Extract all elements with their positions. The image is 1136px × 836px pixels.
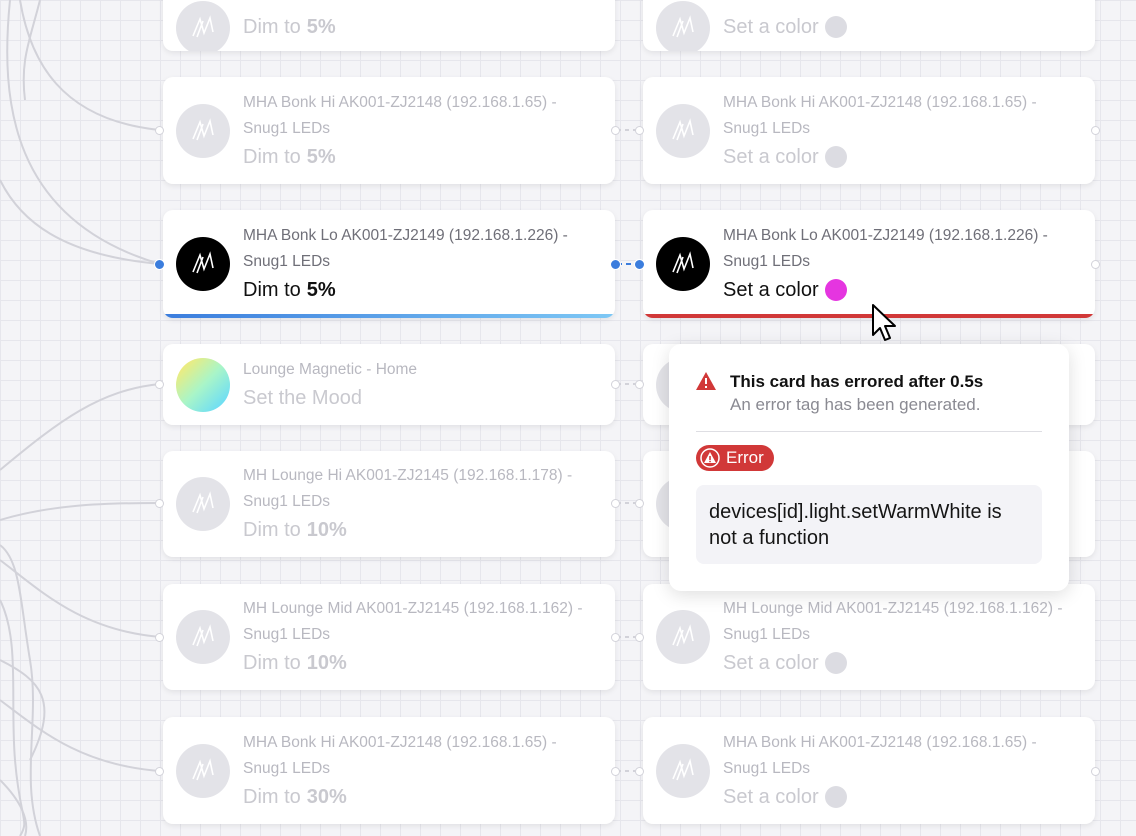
device-name-line1: MHA Bonk Lo AK001-ZJ2149 (192.168.1.226)… — [723, 227, 1048, 244]
input-port[interactable] — [635, 633, 644, 642]
device-name-line2: Snug1 LEDs — [723, 119, 811, 137]
device-name-line1: MHA Bonk Hi AK001-ZJ2148 (192.168.1.65) … — [243, 733, 557, 751]
card-action: Set a color — [723, 782, 1083, 812]
led-strip-icon — [176, 743, 230, 798]
color-swatch — [824, 16, 847, 38]
input-port[interactable] — [635, 499, 644, 508]
card-action: Dim to 10% — [243, 652, 347, 674]
color-swatch — [824, 652, 847, 674]
device-name-line2: Snug1 LEDs — [723, 759, 811, 777]
flow-card-dim-bonk-hi[interactable]: MHA Bonk Hi AK001-ZJ2148 (192.168.1.65) … — [163, 77, 615, 184]
input-port[interactable] — [155, 126, 164, 135]
device-name-line1: MH Lounge Hi AK001-ZJ2145 (192.168.1.178… — [243, 467, 573, 484]
error-badge: Error — [696, 445, 774, 471]
card-action: Set a color — [723, 142, 1083, 172]
error-popover: This card has errored after 0.5s An erro… — [669, 344, 1069, 591]
device-name-line1: MH Lounge Mid AK001-ZJ2145 (192.168.1.16… — [723, 600, 1063, 617]
input-port[interactable] — [635, 380, 644, 389]
flow-card-dim-lounge-hi[interactable]: MH Lounge Hi AK001-ZJ2145 (192.168.1.178… — [163, 451, 615, 557]
gradient-mood-icon — [176, 357, 230, 412]
output-port[interactable] — [1091, 260, 1100, 269]
output-port[interactable] — [611, 126, 620, 135]
flow-card-color-bonk-lo-errored[interactable]: MHA Bonk Lo AK001-ZJ2149 (192.168.1.226)… — [643, 210, 1095, 318]
divider — [696, 431, 1042, 432]
device-name-line2: Snug1 LEDs — [723, 626, 811, 643]
device-name-line1: MHA Bonk Hi AK001-ZJ2148 (192.168.1.65) … — [723, 93, 1037, 111]
led-strip-icon — [656, 743, 710, 798]
input-port[interactable] — [635, 126, 644, 135]
mouse-pointer-icon — [872, 304, 896, 341]
input-port[interactable] — [155, 499, 164, 508]
warning-circle-icon — [700, 448, 720, 468]
input-port[interactable] — [634, 259, 645, 270]
error-message: devices[id].light.setWarmWhite is not a … — [696, 485, 1042, 564]
error-badge-label: Error — [726, 448, 764, 467]
device-name-line2: Snug1 LEDs — [243, 119, 331, 137]
input-port[interactable] — [155, 380, 164, 389]
device-name-line2: Snug1 LEDs — [723, 253, 811, 270]
device-name-line1: MHA Bonk Hi AK001-ZJ2148 (192.168.1.65) … — [243, 93, 557, 111]
color-swatch — [824, 279, 847, 301]
device-name-line1: MHA Bonk Lo AK001-ZJ2149 (192.168.1.226)… — [243, 227, 568, 244]
led-strip-icon — [176, 237, 230, 291]
device-name-line1: MHA Bonk Hi AK001-ZJ2148 (192.168.1.65) … — [723, 733, 1037, 751]
led-strip-icon — [656, 610, 710, 664]
flow-card-dim-lounge-mid[interactable]: MH Lounge Mid AK001-ZJ2145 (192.168.1.16… — [163, 584, 615, 690]
flow-card-color-bonk-hi-bottom[interactable]: MHA Bonk Hi AK001-ZJ2148 (192.168.1.65) … — [643, 717, 1095, 824]
led-strip-icon — [176, 610, 230, 664]
device-name-line1: Lounge Magnetic - Home — [243, 360, 418, 378]
card-action: Dim to 30% — [243, 785, 347, 808]
output-port[interactable] — [1091, 126, 1100, 135]
flow-card-set-mood[interactable]: Lounge Magnetic - Home Set the Mood — [163, 344, 615, 425]
output-port[interactable] — [611, 380, 620, 389]
card-action: Set a color — [723, 275, 1083, 305]
device-name-line1: MH Lounge Mid AK001-ZJ2145 (192.168.1.16… — [243, 600, 583, 617]
led-strip-icon — [656, 0, 710, 51]
input-port[interactable] — [155, 767, 164, 776]
input-port[interactable] — [154, 259, 165, 270]
error-subtitle: An error tag has been generated. — [730, 395, 981, 414]
color-swatch — [824, 145, 847, 168]
led-strip-icon — [176, 103, 230, 158]
output-port[interactable] — [611, 633, 620, 642]
flow-card-color-lounge-mid[interactable]: MH Lounge Mid AK001-ZJ2145 (192.168.1.16… — [643, 584, 1095, 690]
card-action: Dim to 10% — [243, 519, 347, 541]
card-action: Dim to 5% — [243, 279, 336, 301]
flow-card-color-bonk-hi[interactable]: MHA Bonk Hi AK001-ZJ2148 (192.168.1.65) … — [643, 77, 1095, 184]
error-status-bar — [643, 314, 1095, 318]
led-strip-icon — [656, 103, 710, 158]
color-swatch — [824, 785, 847, 808]
device-name-line2: Snug1 LEDs — [243, 493, 331, 510]
output-port[interactable] — [1091, 767, 1100, 776]
led-strip-icon — [656, 237, 710, 291]
output-port[interactable] — [610, 259, 621, 270]
warning-triangle-icon — [696, 372, 716, 390]
card-action: Set a color — [723, 648, 1083, 678]
output-port[interactable] — [611, 767, 620, 776]
input-port[interactable] — [155, 633, 164, 642]
device-name-line2: Snug1 LEDs — [243, 626, 331, 643]
card-action: Set the Mood — [243, 386, 362, 409]
device-name-line2: Snug1 LEDs — [243, 253, 331, 270]
error-title: This card has errored after 0.5s — [730, 372, 984, 391]
input-port[interactable] — [635, 767, 644, 776]
led-strip-icon — [176, 477, 230, 531]
output-port[interactable] — [611, 499, 620, 508]
flow-card-dim-bonk-hi-30[interactable]: MHA Bonk Hi AK001-ZJ2148 (192.168.1.65) … — [163, 717, 615, 824]
flow-card-color-snug1-top-right[interactable]: Set a color — [643, 0, 1095, 51]
flow-card-dim-snug1-top-left[interactable]: Dim to 5% — [163, 0, 615, 51]
flow-card-dim-bonk-lo[interactable]: MHA Bonk Lo AK001-ZJ2149 (192.168.1.226)… — [163, 210, 615, 318]
success-progress-bar — [163, 314, 615, 318]
led-strip-icon — [176, 0, 230, 51]
device-name-line2: Snug1 LEDs — [243, 759, 331, 777]
card-action: Dim to 5% — [243, 145, 336, 168]
